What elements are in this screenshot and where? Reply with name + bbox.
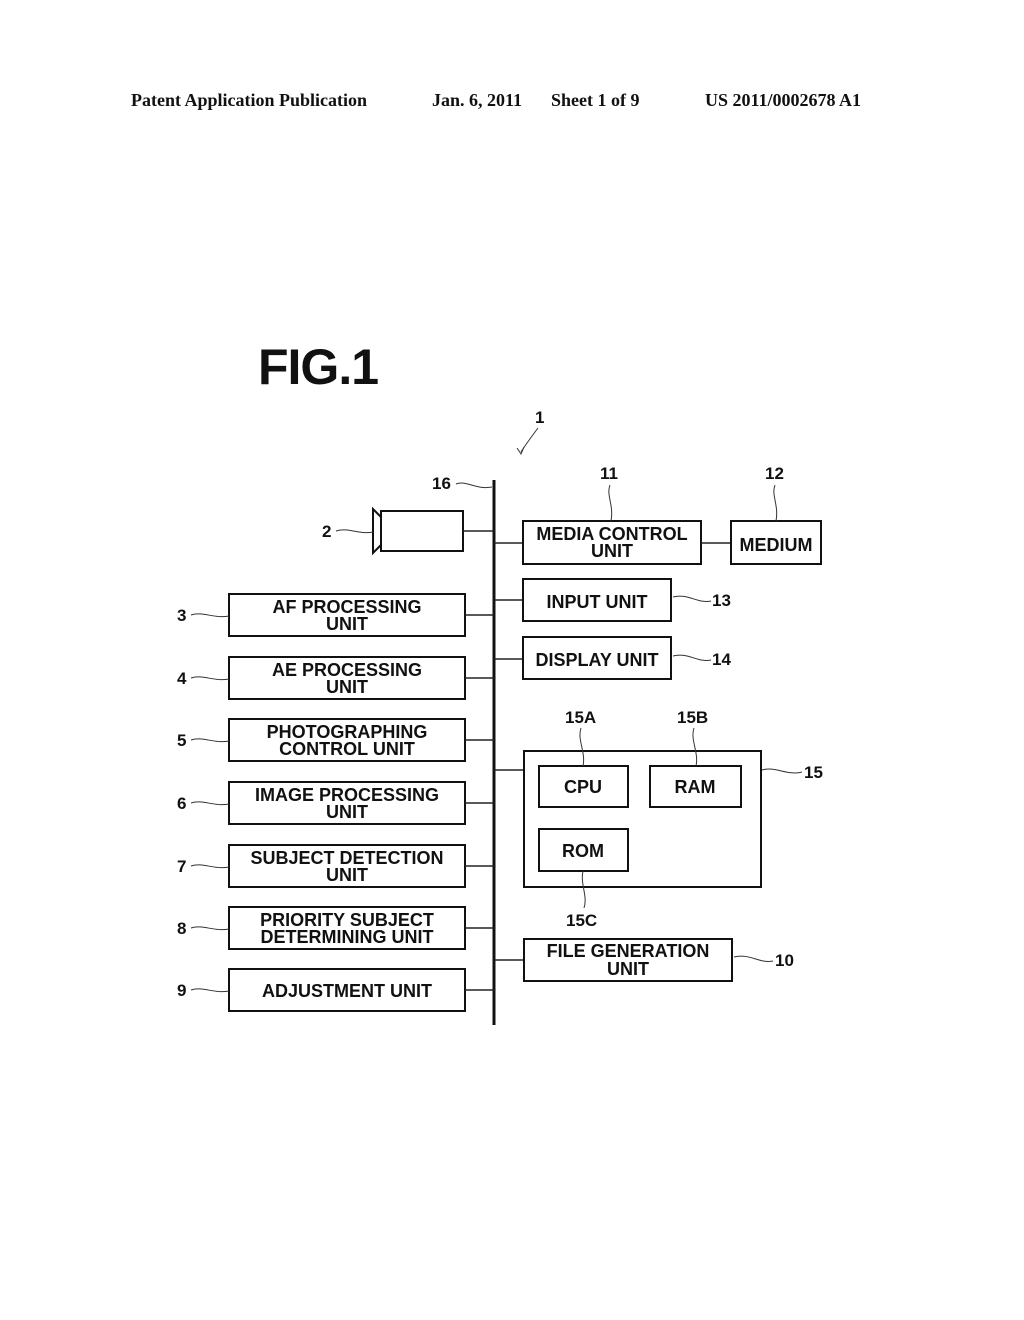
unit-ref-number: 7 — [177, 857, 186, 876]
media-control-line2: UNIT — [591, 541, 633, 561]
unit-ref-number: 3 — [177, 606, 186, 625]
ref-device: 1 — [535, 408, 544, 427]
left-units: AF PROCESSINGUNIT3AE PROCESSINGUNIT4PHOT… — [177, 593, 494, 1012]
unit-leader-line — [190, 801, 230, 806]
file-generation-line2: UNIT — [607, 959, 649, 979]
input-unit: INPUT UNIT — [494, 578, 672, 622]
file-generation-unit: FILE GENERATION UNIT — [494, 938, 733, 982]
ref-ram: 15B — [677, 708, 708, 727]
left-unit: PHOTOGRAPHINGCONTROL UNIT5 — [177, 718, 494, 762]
unit-leader-line — [190, 676, 230, 681]
ref-control-block: 15 — [804, 763, 823, 782]
unit-label-line: UNIT — [326, 802, 368, 822]
left-unit: SUBJECT DETECTIONUNIT7 — [177, 844, 494, 888]
left-unit: AF PROCESSINGUNIT3 — [177, 593, 494, 637]
unit-leader-line — [190, 738, 230, 743]
unit-label-line: UNIT — [326, 614, 368, 634]
ref-media-control: 11 — [600, 464, 618, 483]
camera-lens-unit — [372, 506, 494, 556]
ref-cpu: 15A — [565, 708, 596, 727]
leader-input-unit — [672, 595, 712, 603]
unit-ref-number: 4 — [177, 669, 187, 688]
left-unit: IMAGE PROCESSINGUNIT6 — [177, 781, 494, 825]
unit-label-line: ADJUSTMENT UNIT — [262, 981, 432, 1001]
ref-rom: 15C — [566, 911, 597, 930]
unit-leader-line — [190, 864, 230, 869]
leader-medium — [773, 484, 778, 522]
leader-file-generation — [733, 955, 774, 963]
cpu-label: CPU — [564, 777, 602, 797]
unit-leader-line — [190, 926, 230, 931]
unit-label-line: CONTROL UNIT — [279, 739, 415, 759]
ref-input-unit: 13 — [712, 591, 731, 610]
leader-bus — [455, 482, 493, 489]
ram-label: RAM — [675, 777, 716, 797]
input-unit-label: INPUT UNIT — [547, 592, 648, 612]
display-unit: DISPLAY UNIT — [494, 636, 672, 680]
media-control-unit: MEDIA CONTROL UNIT — [494, 520, 731, 565]
unit-label-line: UNIT — [326, 865, 368, 885]
unit-leader-line — [190, 988, 230, 993]
medium-box: MEDIUM — [730, 520, 822, 565]
unit-ref-number: 5 — [177, 731, 186, 750]
unit-label-line: UNIT — [326, 677, 368, 697]
medium-label: MEDIUM — [740, 535, 813, 555]
ref-bus: 16 — [432, 474, 451, 493]
left-unit: PRIORITY SUBJECTDETERMINING UNIT8 — [177, 906, 494, 950]
unit-ref-number: 8 — [177, 919, 186, 938]
unit-leader-line — [190, 613, 230, 618]
left-unit: ADJUSTMENT UNIT 9 — [177, 968, 494, 1012]
ref-camera: 2 — [322, 522, 331, 541]
ref-display-unit: 14 — [712, 650, 731, 669]
ref-file-generation: 10 — [775, 951, 794, 970]
control-block: CPU RAM ROM — [494, 750, 762, 888]
leader-camera — [335, 529, 374, 534]
unit-label-line: DETERMINING UNIT — [261, 927, 434, 947]
leader-display-unit — [672, 654, 712, 662]
leader-control-block — [761, 768, 803, 774]
unit-ref-number: 6 — [177, 794, 186, 813]
lens-icon — [372, 506, 382, 556]
block-diagram: 1 16 2 AF PROCESSINGUNIT3AE PROCESSINGUN… — [177, 408, 823, 1025]
rom-label: ROM — [562, 841, 604, 861]
arrow-icon — [516, 446, 525, 456]
leader-media-control — [608, 484, 613, 522]
ref-medium: 12 — [765, 464, 784, 483]
file-generation-line1: FILE GENERATION — [547, 941, 710, 961]
display-unit-label: DISPLAY UNIT — [535, 650, 658, 670]
unit-ref-number: 9 — [177, 981, 186, 1000]
left-unit: AE PROCESSINGUNIT4 — [177, 656, 494, 700]
